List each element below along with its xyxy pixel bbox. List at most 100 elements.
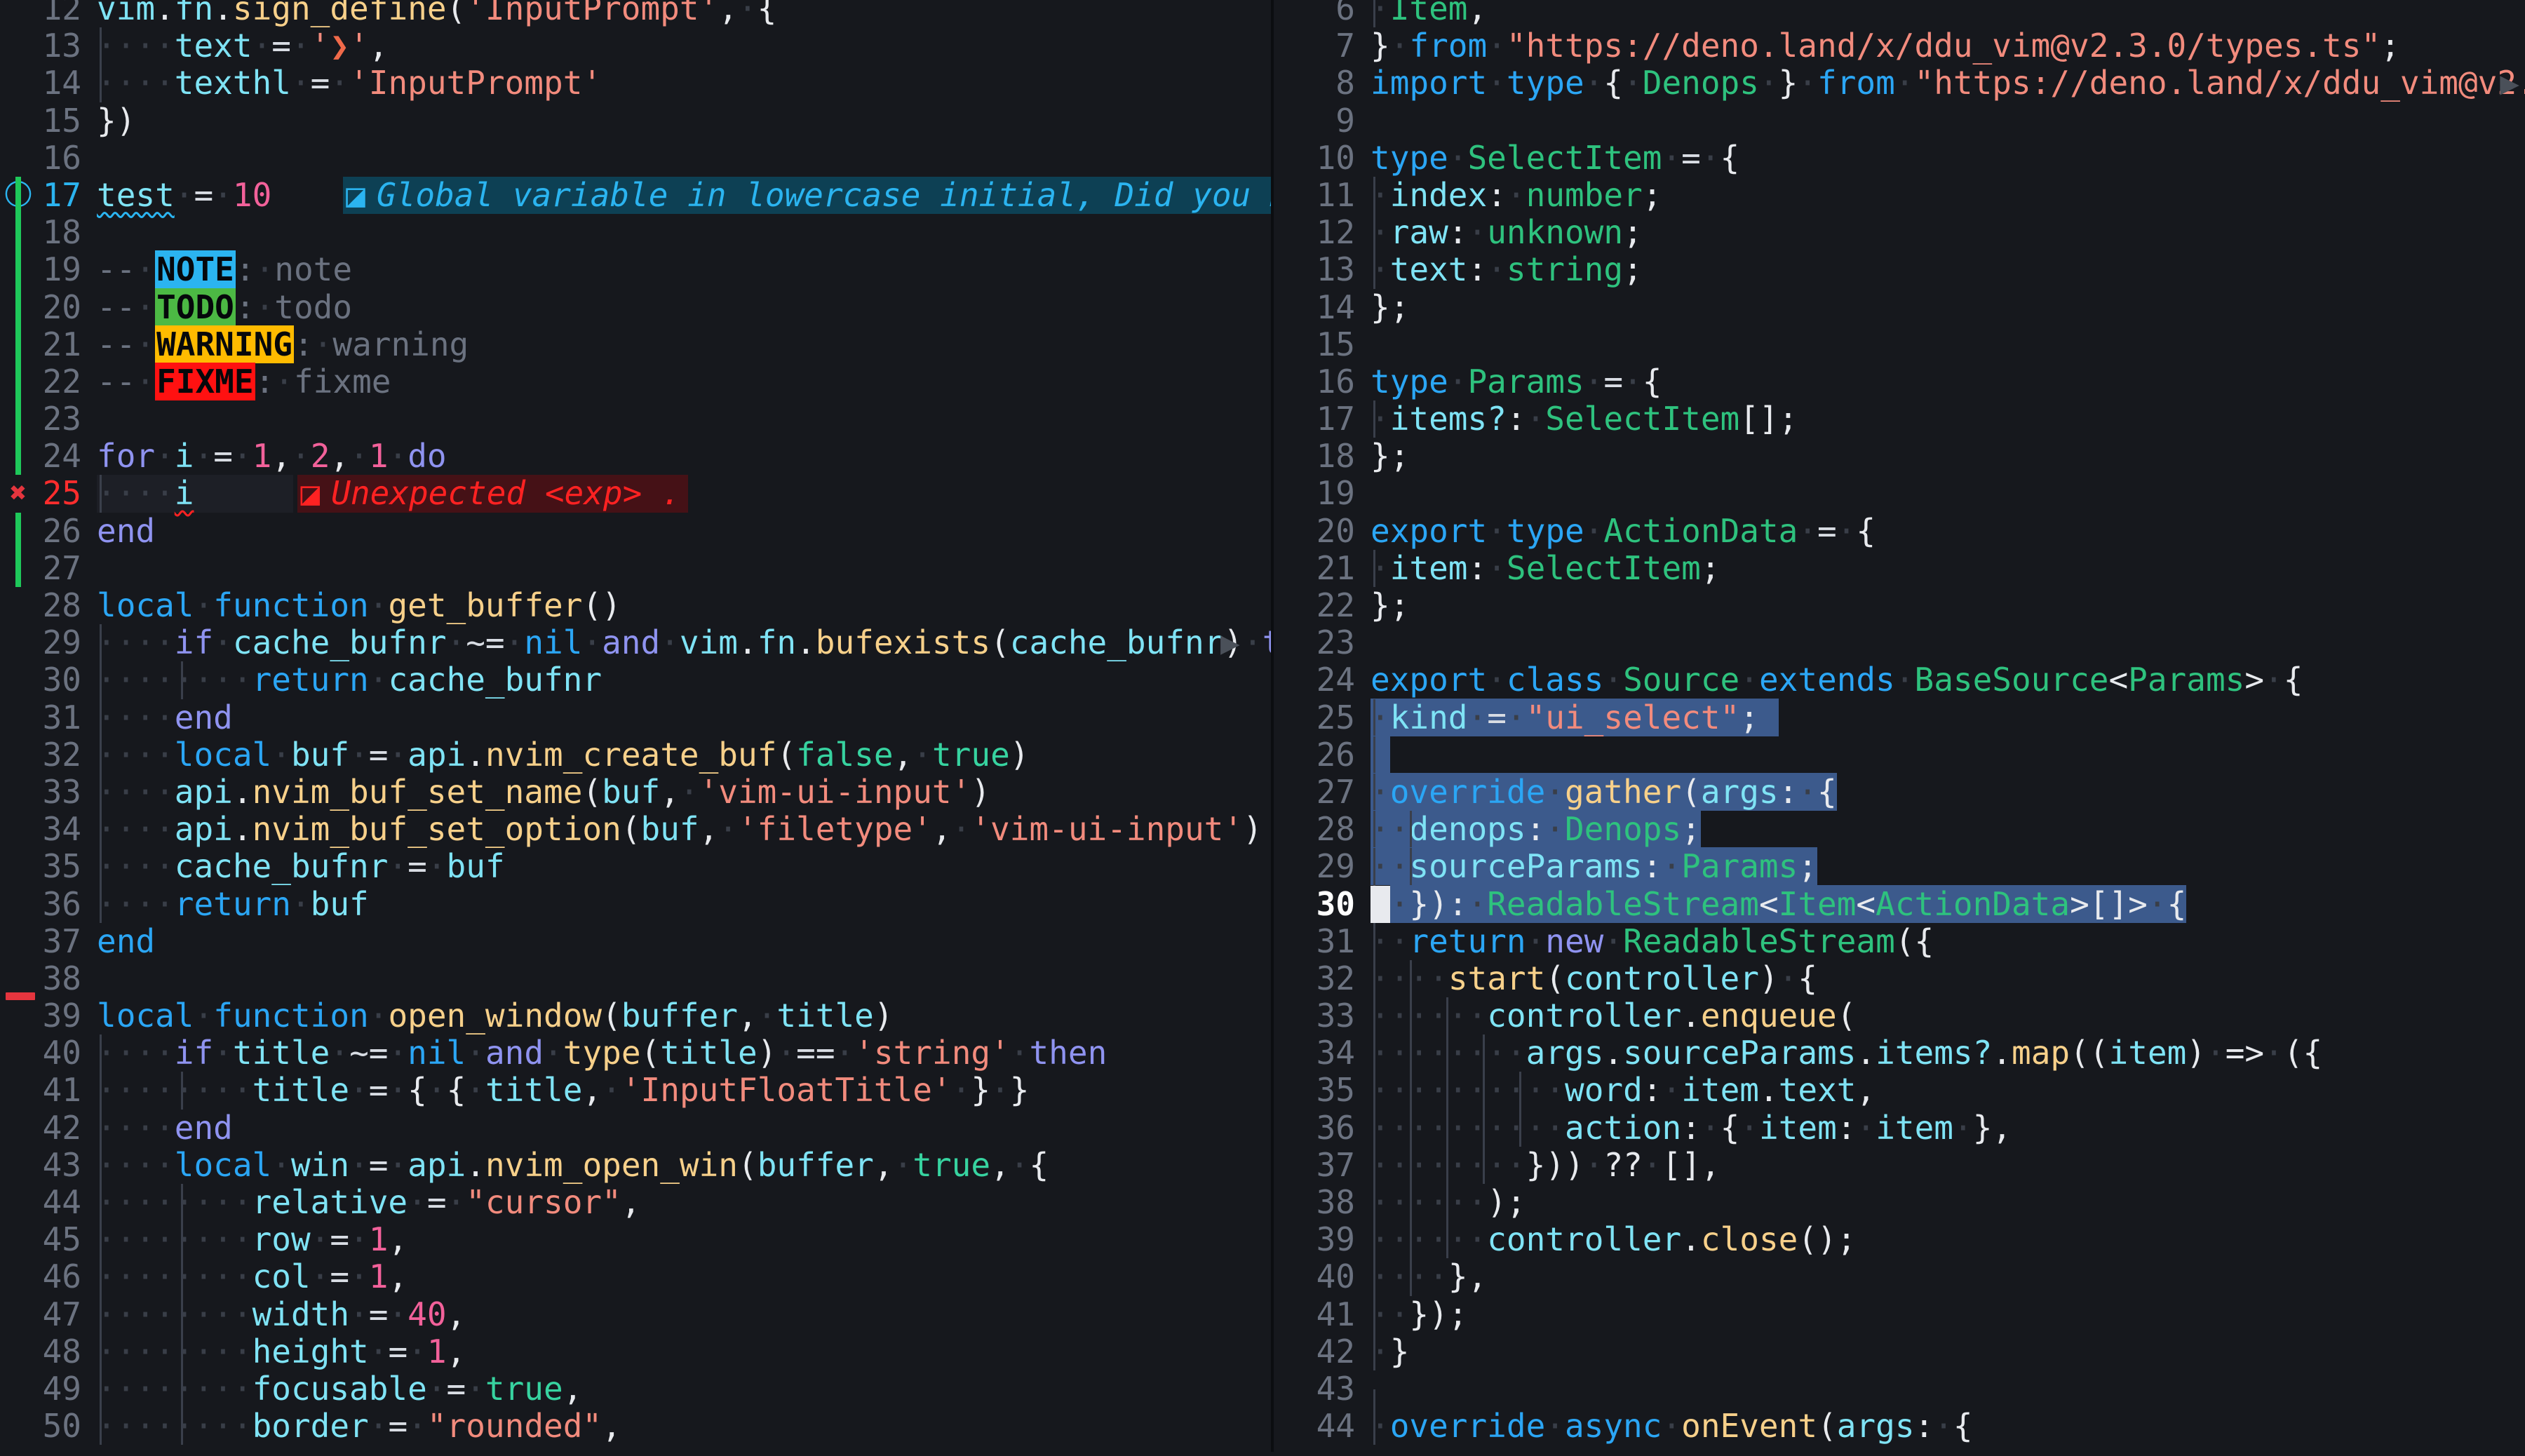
line-content: ········args.sourceParams.items?.map((it…	[1371, 1034, 2322, 1072]
code-line[interactable]: 39 local·function·open_window(buffer,·ti…	[0, 997, 1271, 1034]
code-line[interactable]: 43	[1274, 1370, 2525, 1408]
code-line[interactable]: 16 type·Params·=·{	[1274, 363, 2525, 400]
code-line[interactable]: 28 local·function·get_buffer()	[0, 587, 1271, 624]
code-line[interactable]: 25 ·kind·=·"ui_select";	[1274, 699, 2525, 736]
code-line[interactable]: 7 }·from·"https://deno.land/x/ddu_vim@v2…	[1274, 27, 2525, 65]
right-code-lines: 6 ·Item, 7 }·from·"https://deno.land/x/d…	[1274, 0, 2525, 1445]
code-line[interactable]: 15 })	[0, 102, 1271, 140]
code-line[interactable]: 32 ····start(controller)·{	[1274, 960, 2525, 997]
code-line[interactable]: 15	[1274, 326, 2525, 363]
line-content: test·=·10	[97, 177, 271, 214]
code-line[interactable]: 8 import·type·{·Denops·}·from·"https://d…	[1274, 65, 2525, 102]
code-line[interactable]: 37 end	[0, 923, 1271, 960]
code-line[interactable]: 44 ········relative·=·"cursor",	[0, 1184, 1271, 1221]
editor-pane-left[interactable]: 12 vim.fn.sign_define('InputPrompt',·{ 1…	[0, 0, 1271, 1456]
code-line[interactable]: 21 --·WARNING:·warning	[0, 326, 1271, 363]
line-content: ········relative·=·"cursor",	[97, 1184, 641, 1221]
code-line[interactable]: ✖ 25 ····i ◪Unexpected <exp> .	[0, 475, 1271, 512]
text-cursor	[1371, 886, 1390, 923]
code-line[interactable]: 10 type·SelectItem·=·{	[1274, 140, 2525, 177]
code-line[interactable]: 18	[0, 214, 1271, 251]
code-line[interactable]: 40 ····},	[1274, 1258, 2525, 1295]
code-line[interactable]: 28 ··denops:·Denops;	[1274, 811, 2525, 848]
code-line[interactable]: 18 };	[1274, 438, 2525, 475]
code-line[interactable]: 37 ········}))·??·[],	[1274, 1147, 2525, 1184]
line-number: 36	[1274, 1110, 1371, 1147]
line-content: type·SelectItem·=·{	[1371, 140, 1739, 177]
code-line[interactable]: 44 ·override·async·onEvent(args:·{	[1274, 1408, 2525, 1445]
code-line[interactable]: 6 ·Item,	[1274, 0, 2525, 27]
code-line[interactable]: 26 end	[0, 513, 1271, 550]
code-line[interactable]: 42 ·}	[1274, 1333, 2525, 1370]
code-line[interactable]: 19 --·NOTE:·note	[0, 251, 1271, 288]
code-line[interactable]: 33 ····api.nvim_buf_set_name(buf,·'vim-u…	[0, 774, 1271, 811]
code-line[interactable]: 13 ····text·=·'❯',	[0, 27, 1271, 65]
line-content: ·override·async·onEvent(args:·{	[1371, 1408, 1973, 1445]
code-line[interactable]: 22 };	[1274, 587, 2525, 624]
code-line[interactable]: 12 vim.fn.sign_define('InputPrompt',·{	[0, 0, 1271, 27]
code-line[interactable]: 38 ······);	[1274, 1184, 2525, 1221]
code-line[interactable]: 20 export·type·ActionData·=·{	[1274, 513, 2525, 550]
code-line[interactable]: 43 ····local·win·=·api.nvim_open_win(buf…	[0, 1147, 1271, 1184]
code-line[interactable]: 42 ····end	[0, 1110, 1271, 1147]
code-line[interactable]: 19	[1274, 475, 2525, 512]
code-line[interactable]: 38	[0, 960, 1271, 997]
code-line[interactable]: 30 ·}):·ReadableStream<Item<ActionData>[…	[1274, 886, 2525, 923]
code-line[interactable]: ⓘ 17 test·=·10 ◪Global variable in lower…	[0, 177, 1271, 214]
code-line[interactable]: 47 ········width·=·40,	[0, 1296, 1271, 1333]
code-line[interactable]: 26	[1274, 736, 2525, 774]
code-line[interactable]: 20 --·TODO:·todo	[0, 289, 1271, 326]
code-line[interactable]: 29 ··sourceParams:·Params;	[1274, 848, 2525, 885]
line-number: 33	[0, 774, 97, 811]
code-line[interactable]: 9	[1274, 102, 2525, 140]
line-content: type·Params·=·{	[1371, 363, 1662, 400]
line-content: ····api.nvim_buf_set_option(buf,·'filety…	[97, 811, 1262, 848]
editor-pane-right[interactable]: 6 ·Item, 7 }·from·"https://deno.land/x/d…	[1274, 0, 2525, 1456]
line-number: 23	[0, 400, 97, 438]
code-line[interactable]: 46 ········col·=·1,	[0, 1258, 1271, 1295]
code-line[interactable]: 14 };	[1274, 289, 2525, 326]
code-line[interactable]: 34 ········args.sourceParams.items?.map(…	[1274, 1034, 2525, 1072]
code-line[interactable]: 40 ····if·title·~=·nil·and·type(title)·=…	[0, 1034, 1271, 1072]
code-line[interactable]: 41 ··});	[1274, 1296, 2525, 1333]
code-line[interactable]: 16	[0, 140, 1271, 177]
line-content: local·function·get_buffer()	[97, 587, 621, 624]
code-line[interactable]: 30 ········return·cache_bufnr	[0, 661, 1271, 699]
code-line[interactable]: 22 --·FIXME:·fixme	[0, 363, 1271, 400]
code-line[interactable]: 27	[0, 550, 1271, 587]
code-line[interactable]: 36 ··········action:·{·item:·item·},	[1274, 1110, 2525, 1147]
code-line[interactable]: 34 ····api.nvim_buf_set_option(buf,·'fil…	[0, 811, 1271, 848]
code-line[interactable]: 11 ·index:·number;	[1274, 177, 2525, 214]
code-line[interactable]: 29 ····if·cache_bufnr·~=·nil·and·vim.fn.…	[0, 624, 1271, 661]
code-line[interactable]: 35 ··········word:·item.text,	[1274, 1072, 2525, 1109]
code-line[interactable]: 23	[0, 400, 1271, 438]
code-line[interactable]: 32 ····local·buf·=·api.nvim_create_buf(f…	[0, 736, 1271, 774]
code-line[interactable]: 41 ········title·=·{·{·title,·'InputFloa…	[0, 1072, 1271, 1109]
code-line[interactable]: 27 ·override·gather(args:·{	[1274, 774, 2525, 811]
code-line[interactable]: 39 ······controller.close();	[1274, 1221, 2525, 1258]
code-line[interactable]: 49 ········focusable·=·true,	[0, 1370, 1271, 1408]
code-line[interactable]: 17 ·items?:·SelectItem[];	[1274, 400, 2525, 438]
code-line[interactable]: 45 ········row·=·1,	[0, 1221, 1271, 1258]
code-line[interactable]: 23	[1274, 624, 2525, 661]
code-line[interactable]: 36 ····return·buf	[0, 886, 1271, 923]
diagnostic-error-icon[interactable]: ✖	[0, 475, 36, 512]
code-line[interactable]: 14 ····texthl·=·'InputPrompt'	[0, 65, 1271, 102]
code-line[interactable]: 33 ······controller.enqueue(	[1274, 997, 2525, 1034]
line-content: };	[1371, 587, 1409, 624]
code-line[interactable]: 31 ··return·new·ReadableStream({	[1274, 923, 2525, 960]
code-line[interactable]: 13 ·text:·string;	[1274, 251, 2525, 288]
code-line[interactable]: 31 ····end	[0, 699, 1271, 736]
git-add-marker	[15, 438, 21, 475]
code-line[interactable]: 24 for·i·=·1,·2,·1·do	[0, 438, 1271, 475]
code-line[interactable]: 35 ····cache_bufnr·=·buf	[0, 848, 1271, 885]
code-line[interactable]: 21 ·item:·SelectItem;	[1274, 550, 2525, 587]
line-number: 37	[1274, 1147, 1371, 1184]
line-content: ····local·buf·=·api.nvim_create_buf(fals…	[97, 736, 1029, 774]
diagnostic-message: Unexpected <exp> .	[331, 474, 681, 512]
code-line[interactable]: 12 ·raw:·unknown;	[1274, 214, 2525, 251]
line-content: ········width·=·40,	[97, 1296, 466, 1333]
code-line[interactable]: 50 ········border·=·"rounded",	[0, 1408, 1271, 1445]
code-line[interactable]: 24 export·class·Source·extends·BaseSourc…	[1274, 661, 2525, 699]
code-line[interactable]: 48 ········height·=·1,	[0, 1333, 1271, 1370]
